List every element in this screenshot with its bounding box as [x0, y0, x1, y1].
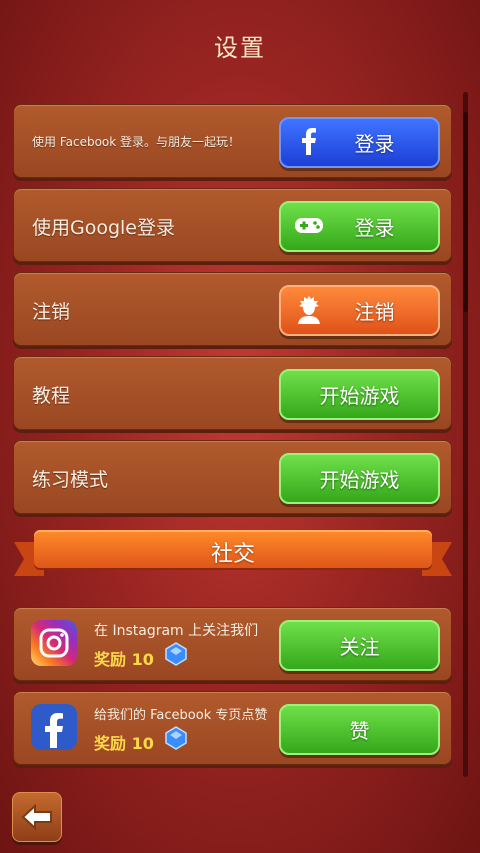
tutorial-start-button[interactable]: 开始游戏: [279, 369, 440, 420]
logout-row: 注销 注销: [13, 272, 452, 346]
social-section-title: 社交: [210, 542, 255, 567]
instagram-follow-button-label: 关注: [339, 635, 380, 659]
facebook-login-row: 使用 Facebook 登录。与朋友一起玩！ 登录: [13, 104, 452, 178]
google-login-row: 使用Google登录 登录: [13, 188, 452, 262]
gamepad-icon: [295, 218, 323, 233]
instagram-reward-text: 奖励 10: [94, 650, 154, 669]
facebook-icon: [31, 704, 77, 750]
practice-start-button-label: 开始游戏: [319, 468, 400, 492]
instagram-follow-text: 在 Instagram 上关注我们: [94, 623, 259, 639]
instagram-follow-row: 在 Instagram 上关注我们 奖励 10 关注: [13, 607, 452, 681]
facebook-like-button-label: 赞: [349, 719, 370, 743]
practice-start-button[interactable]: 开始游戏: [279, 453, 440, 504]
instagram-follow-button[interactable]: 关注: [279, 620, 440, 671]
back-button[interactable]: [12, 792, 62, 842]
page-title: 设置: [214, 34, 266, 62]
facebook-login-button-label: 登录: [354, 132, 395, 156]
scrollbar[interactable]: [463, 92, 468, 777]
facebook-like-button[interactable]: 赞: [279, 704, 440, 755]
google-login-label: 使用Google登录: [32, 217, 176, 239]
practice-mode-row: 练习模式 开始游戏: [13, 440, 452, 514]
facebook-icon: [302, 128, 316, 155]
logout-label: 注销: [32, 301, 71, 323]
google-login-button[interactable]: 登录: [279, 201, 440, 252]
logout-button-label: 注销: [354, 300, 395, 324]
instagram-icon: [31, 620, 77, 666]
tutorial-label: 教程: [32, 385, 71, 407]
tutorial-start-button-label: 开始游戏: [319, 384, 400, 408]
practice-mode-label: 练习模式: [32, 469, 109, 491]
gem-icon: [165, 642, 187, 666]
facebook-login-label: 使用 Facebook 登录。与朋友一起玩！: [32, 135, 241, 149]
facebook-like-row: 给我们的 Facebook 专页点赞 奖励 10 赞: [13, 691, 452, 765]
tutorial-row: 教程 开始游戏: [13, 356, 452, 430]
avatar-silhouette-icon: [298, 296, 320, 324]
facebook-like-text: 给我们的 Facebook 专页点赞: [94, 708, 268, 723]
scrollbar-thumb[interactable]: [463, 112, 468, 312]
gem-icon: [165, 726, 187, 750]
back-arrow-icon: [21, 803, 52, 831]
facebook-reward-text: 奖励 10: [94, 734, 154, 753]
facebook-login-button[interactable]: 登录: [279, 117, 440, 168]
google-login-button-label: 登录: [354, 216, 395, 240]
logout-button[interactable]: 注销: [279, 285, 440, 336]
social-section-ribbon: 社交: [14, 530, 452, 578]
